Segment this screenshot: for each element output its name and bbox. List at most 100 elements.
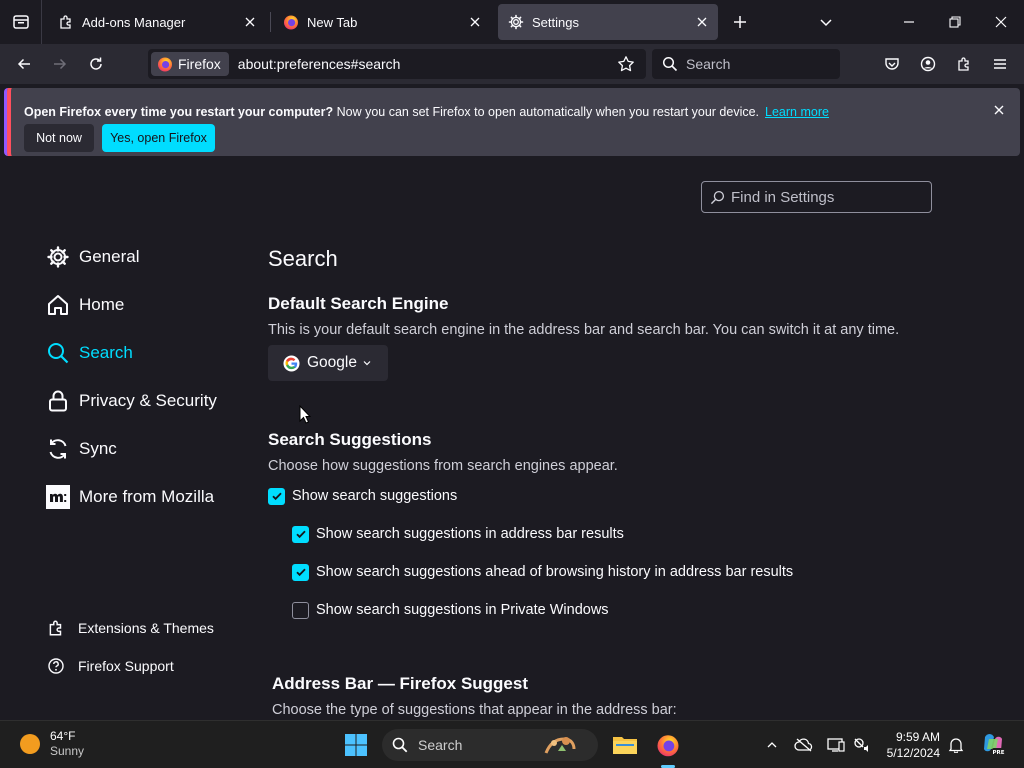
- firefox-taskbar-icon[interactable]: [652, 729, 684, 761]
- identity-box[interactable]: Firefox: [151, 52, 229, 76]
- search-suggestions-heading: Search Suggestions: [268, 430, 432, 449]
- category-label: Home: [79, 295, 125, 314]
- puzzle-icon: [46, 618, 66, 638]
- close-tab-icon[interactable]: [242, 14, 258, 30]
- default-browser-notification: Open Firefox every time you restart your…: [4, 88, 1020, 156]
- close-icon: [995, 16, 1007, 28]
- show-search-suggestions-checkbox[interactable]: Show search suggestions: [268, 486, 457, 506]
- engine-label: Google: [307, 354, 357, 371]
- firefox-logo-icon: [158, 57, 172, 72]
- address-bar-suggest-description: Choose the type of suggestions that appe…: [272, 702, 677, 718]
- category-label: More from Mozilla: [79, 487, 215, 506]
- clock-date: 5/12/2024: [886, 746, 940, 760]
- default-engine-heading: Default Search Engine: [268, 294, 449, 313]
- search-icon: [662, 56, 678, 72]
- minimize-button[interactable]: [893, 6, 925, 38]
- category-search[interactable]: Search: [46, 339, 133, 367]
- category-more-from-mozilla[interactable]: More from Mozilla: [46, 483, 214, 511]
- display-icon[interactable]: [826, 735, 846, 755]
- search-icon: [46, 341, 70, 365]
- category-general[interactable]: General: [46, 243, 139, 271]
- checkbox-checked[interactable]: [292, 525, 309, 543]
- bookmark-star-icon[interactable]: [614, 52, 638, 76]
- list-all-tabs-button[interactable]: [810, 6, 842, 38]
- page-title: Search: [268, 246, 338, 271]
- yes-open-firefox-button[interactable]: Yes, open Firefox: [102, 124, 215, 152]
- reload-button[interactable]: [80, 48, 112, 80]
- checkbox-checked[interactable]: [268, 487, 285, 505]
- tab-separator: [270, 12, 271, 32]
- link-label: Extensions & Themes: [78, 620, 214, 636]
- suggestions-ahead-of-history-checkbox[interactable]: Show search suggestions ahead of browsin…: [292, 562, 793, 582]
- suggestions-private-windows-checkbox[interactable]: Show search suggestions in Private Windo…: [292, 600, 609, 620]
- category-sync[interactable]: Sync: [46, 435, 117, 463]
- address-bar[interactable]: Firefox about:preferences#search: [148, 49, 646, 79]
- url-input[interactable]: about:preferences#search: [238, 56, 614, 72]
- checkbox-label: Show search suggestions: [292, 488, 458, 504]
- lock-icon: [46, 389, 70, 413]
- firefox-window: Add-ons Manager New Tab Settings Firefox…: [0, 0, 1024, 768]
- checkbox-unchecked[interactable]: [292, 601, 309, 619]
- notification-bold-text: Open Firefox every time you restart your…: [24, 105, 334, 119]
- restore-icon: [949, 16, 961, 28]
- network-volume-icon[interactable]: [852, 735, 872, 755]
- checkbox-label: Show search suggestions in address bar r…: [316, 526, 624, 542]
- checkbox-checked[interactable]: [292, 563, 309, 581]
- close-notification-button[interactable]: [990, 101, 1008, 119]
- clock-time: 9:59 AM: [895, 730, 940, 744]
- puzzle-icon: [958, 57, 969, 71]
- close-tab-icon[interactable]: [694, 14, 710, 30]
- category-privacy-security[interactable]: Privacy & Security: [46, 387, 217, 415]
- search-highlight-illustration: [544, 737, 576, 754]
- extensions-themes-link[interactable]: Extensions & Themes: [46, 617, 214, 639]
- category-home[interactable]: Home: [46, 291, 124, 319]
- pocket-icon: [885, 58, 899, 70]
- weather-widget[interactable]: 64°F Sunny: [20, 729, 84, 759]
- search-placeholder: Search: [686, 56, 731, 72]
- new-tab-button[interactable]: [724, 6, 756, 38]
- taskbar-search-box[interactable]: Search: [382, 729, 598, 761]
- tab-settings[interactable]: Settings: [498, 4, 718, 40]
- plus-icon: [734, 16, 746, 28]
- copilot-icon[interactable]: PRE: [980, 731, 1006, 757]
- taskbar-search-placeholder: Search: [418, 737, 463, 753]
- checkbox-label: Show search suggestions ahead of browsin…: [316, 564, 794, 580]
- weather-condition: Sunny: [50, 744, 85, 758]
- category-label: Sync: [79, 439, 117, 458]
- account-button[interactable]: [912, 48, 944, 80]
- link-label: Firefox Support: [78, 658, 174, 674]
- find-placeholder: Find in Settings: [731, 188, 835, 206]
- close-icon: [994, 105, 1004, 115]
- find-in-settings-input[interactable]: Find in Settings: [701, 181, 932, 213]
- firefox-support-link[interactable]: Firefox Support: [46, 655, 174, 677]
- search-icon: [710, 190, 725, 204]
- back-button[interactable]: [8, 48, 40, 80]
- search-bar[interactable]: Search: [652, 49, 840, 79]
- extensions-button[interactable]: [948, 48, 980, 80]
- minimize-icon: [904, 21, 914, 23]
- windows-taskbar: 64°F Sunny Search 9:59 AM 5/12/2024 PRE: [0, 720, 1024, 768]
- svg-text:PRE: PRE: [992, 750, 1004, 756]
- suggestions-address-bar-checkbox[interactable]: Show search suggestions in address bar r…: [292, 524, 624, 544]
- chevron-up-icon[interactable]: [762, 735, 782, 755]
- windows-start-icon[interactable]: [344, 733, 368, 757]
- app-menu-button[interactable]: [984, 48, 1016, 80]
- tab-new-tab[interactable]: New Tab: [273, 4, 491, 40]
- restore-button[interactable]: [939, 6, 971, 38]
- onedrive-offline-icon[interactable]: [794, 735, 814, 755]
- pocket-button[interactable]: [876, 48, 908, 80]
- close-window-button[interactable]: [985, 6, 1017, 38]
- learn-more-link[interactable]: Learn more: [765, 105, 829, 119]
- tab-title: Add-ons Manager: [82, 14, 186, 30]
- not-now-button[interactable]: Not now: [24, 124, 94, 152]
- tab-add-ons-manager[interactable]: Add-ons Manager: [48, 4, 266, 40]
- forward-button[interactable]: [44, 48, 76, 80]
- system-clock[interactable]: 9:59 AM 5/12/2024: [878, 729, 940, 761]
- file-explorer-taskbar-icon[interactable]: [609, 729, 641, 761]
- close-tab-icon[interactable]: [467, 14, 483, 30]
- arrow-left-icon: [17, 58, 30, 70]
- default-engine-dropdown[interactable]: Google: [268, 345, 388, 381]
- firefox-view-button[interactable]: [0, 0, 42, 44]
- notification-text: Now you can set Firefox to open automati…: [333, 105, 760, 119]
- notification-bell-icon[interactable]: [946, 735, 966, 755]
